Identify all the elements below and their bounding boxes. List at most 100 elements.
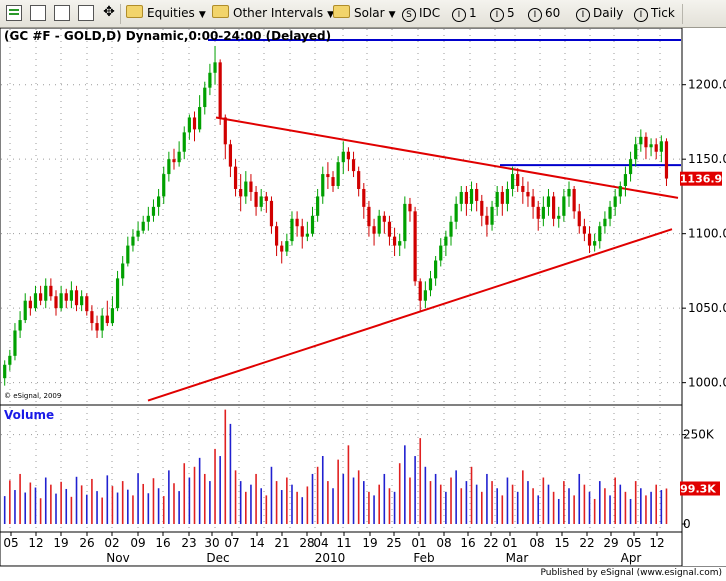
- candle-body: [367, 206, 371, 227]
- chart-icon[interactable]: [6, 5, 22, 21]
- candle-body: [121, 263, 125, 279]
- price-tick-label: 1100.0: [688, 227, 726, 241]
- candle-body: [521, 186, 525, 192]
- candle-body: [577, 211, 581, 227]
- candle-body: [39, 293, 43, 301]
- candle-body: [613, 196, 617, 207]
- candle-body: [387, 221, 392, 237]
- new-window-icon[interactable]: [54, 5, 70, 21]
- candle-body: [546, 196, 551, 207]
- solar-menu[interactable]: Solar ▼: [333, 4, 396, 23]
- candle-body: [223, 117, 227, 145]
- candle-body: [233, 166, 238, 189]
- candle-body: [162, 174, 166, 197]
- month-label: Dec: [206, 551, 229, 565]
- edit-icon[interactable]: [78, 5, 94, 21]
- last-volume-label: 99.3K: [680, 482, 716, 495]
- candle-body: [439, 245, 443, 261]
- volume-title: Volume: [4, 408, 54, 422]
- candle-body: [623, 174, 628, 186]
- candle-body: [136, 230, 140, 237]
- candle-body: [23, 300, 27, 321]
- candle-body: [423, 290, 427, 301]
- date-tick-label: 28: [299, 536, 314, 550]
- page-icon[interactable]: [30, 5, 46, 21]
- date-tick-label: 19: [53, 536, 68, 550]
- candle-body: [49, 285, 53, 297]
- candle-body: [500, 191, 504, 204]
- candle-body: [208, 72, 212, 88]
- candle-body: [115, 278, 120, 309]
- candle-body: [593, 241, 597, 246]
- interval-daily-button[interactable]: I Daily: [576, 4, 623, 23]
- candle-body: [131, 236, 135, 246]
- interval-1-label: 1: [469, 6, 477, 20]
- candle-body: [634, 144, 638, 160]
- candle-body: [110, 308, 115, 324]
- date-tick-label: 07: [224, 536, 239, 550]
- candle-body: [413, 211, 417, 282]
- price-axis: 1000.0 1050.0 1100.0 1150.0 1200.0: [682, 78, 726, 390]
- candle-body: [516, 174, 520, 186]
- candle-body: [141, 221, 145, 231]
- candle-body: [598, 226, 602, 242]
- date-tick-label: 04: [313, 536, 328, 550]
- candle-body: [444, 236, 448, 246]
- move-icon[interactable]: ✥: [101, 5, 117, 21]
- candle-body: [469, 188, 474, 204]
- candle-body: [603, 218, 607, 227]
- candle-body: [459, 191, 463, 204]
- interval-5-button[interactable]: I5: [490, 4, 515, 23]
- interval-60-button[interactable]: I 60: [528, 4, 560, 23]
- candle-body: [213, 62, 217, 73]
- candle-body: [357, 171, 361, 189]
- idc-button[interactable]: S IDC: [402, 4, 440, 23]
- candle-body: [505, 188, 510, 204]
- candle-body: [341, 151, 345, 163]
- candle-body: [269, 200, 274, 227]
- interval-tick-label: Tick: [651, 6, 675, 20]
- candle-body: [326, 174, 330, 178]
- date-tick-label: 05: [626, 536, 641, 550]
- candle-body: [182, 132, 186, 152]
- candle-body: [644, 136, 648, 148]
- interval-tick-button[interactable]: I Tick: [634, 4, 675, 23]
- candle-body: [203, 87, 207, 108]
- date-tick-label: 02: [104, 536, 119, 550]
- candle-body: [618, 186, 622, 197]
- interval-1-button[interactable]: I1: [452, 4, 477, 23]
- candle-body: [351, 159, 356, 172]
- candle-body: [372, 226, 376, 234]
- candle-body: [228, 144, 233, 167]
- other-intervals-menu[interactable]: Other Intervals ▼: [212, 4, 334, 23]
- candle-body: [90, 311, 94, 324]
- date-tick-label: 21: [274, 536, 289, 550]
- gold-price-chart[interactable]: (GC #F - GOLD,D) Dynamic,0:00-24:00 (Del…: [0, 28, 726, 566]
- candle-body: [562, 196, 566, 216]
- price-tick-label: 1050.0: [688, 301, 726, 315]
- candle-body: [54, 296, 58, 309]
- candle-body: [59, 293, 63, 309]
- candle-body: [541, 206, 545, 219]
- date-tick-label: 16: [155, 536, 170, 550]
- equities-menu[interactable]: Equities ▼: [126, 4, 206, 23]
- last-price-marker: 1136.9: [680, 171, 722, 186]
- date-tick-label: 08: [529, 536, 544, 550]
- chart-title: (GC #F - GOLD,D) Dynamic,0:00-24:00 (Del…: [4, 29, 331, 43]
- candle-body: [659, 141, 663, 152]
- date-tick-label: 08: [436, 536, 451, 550]
- candle-body: [392, 236, 397, 246]
- candle-body: [475, 188, 479, 201]
- candle-body: [3, 364, 7, 379]
- candle-body: [177, 151, 181, 163]
- candle-body: [428, 278, 433, 291]
- idc-label: IDC: [419, 6, 441, 20]
- candle-body: [305, 233, 309, 237]
- candle-body: [239, 188, 243, 197]
- candle-body: [105, 315, 109, 324]
- candle-body: [639, 136, 643, 145]
- date-tick-label: 15: [554, 536, 569, 550]
- circle-i-icon: I: [634, 8, 648, 22]
- candle-body: [608, 206, 612, 219]
- candle-body: [316, 196, 320, 216]
